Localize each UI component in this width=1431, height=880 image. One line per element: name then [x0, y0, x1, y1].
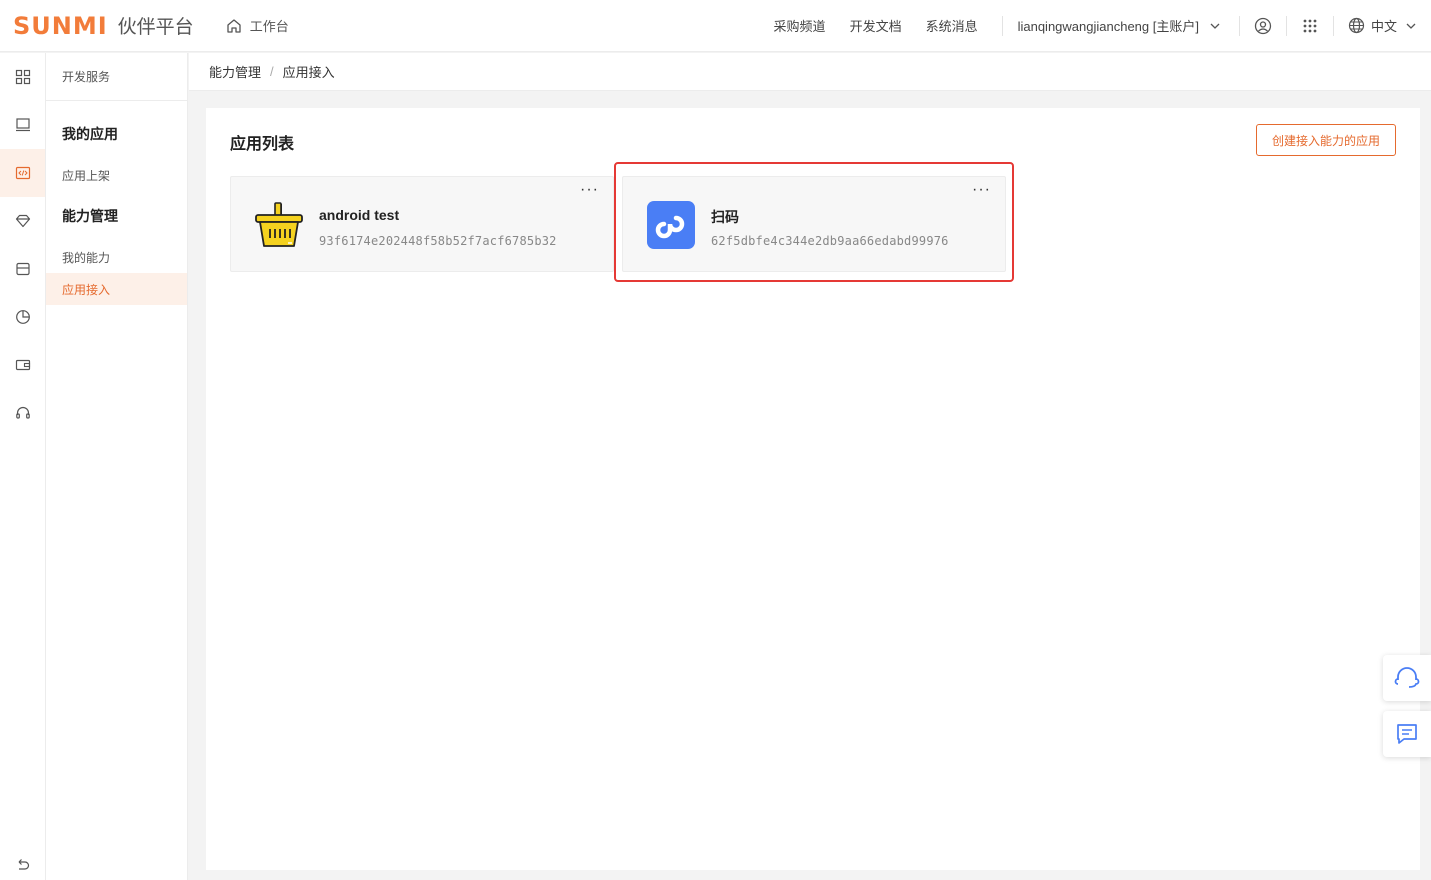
language-label: 中文: [1370, 19, 1397, 34]
feedback-button[interactable]: [1383, 711, 1431, 757]
purchase-channel-link[interactable]: 采购频道: [774, 16, 826, 35]
page-title: 应用列表: [230, 136, 295, 153]
sidebar-item-my-capabilities[interactable]: 我的能力: [46, 241, 187, 273]
diamond-icon: [15, 214, 30, 228]
rail-item-dashboard[interactable]: [0, 53, 45, 101]
system-messages-link[interactable]: 系统消息: [926, 16, 978, 35]
sidebar-item-app-publish[interactable]: 应用上架: [46, 159, 187, 191]
sidebar-group-capability: 能力管理: [62, 208, 118, 224]
create-app-button[interactable]: 创建接入能力的应用: [1256, 124, 1396, 156]
globe-icon: [1348, 17, 1365, 34]
undo-arrow-icon: [18, 859, 29, 870]
account-label: lianqingwangjiancheng [主账户]: [1017, 19, 1199, 34]
collapse-sidebar-button[interactable]: [0, 850, 45, 880]
rail-item-dev-services[interactable]: [0, 149, 45, 197]
grid-dots-icon: [1303, 19, 1317, 32]
rail-item-store[interactable]: [0, 245, 45, 293]
dashboard-grid-icon: [15, 69, 30, 85]
home-icon: [227, 18, 241, 33]
pie-chart-icon: [15, 310, 30, 324]
app-name: android test: [319, 207, 400, 223]
rail-item-support[interactable]: [0, 389, 45, 437]
message-icon: [1397, 724, 1417, 744]
breadcrumb-separator: /: [270, 64, 274, 79]
monitor-icon: [15, 118, 30, 132]
chevron-down-icon: [1210, 23, 1220, 29]
dev-docs-link[interactable]: 开发文档: [850, 16, 902, 35]
top-header: SUNMI 伙伴平台 工作台 采购频道 开发文档 系统消息 lianqingwa…: [0, 0, 1431, 52]
code-icon: [15, 166, 30, 180]
basket-icon: [255, 202, 303, 247]
headset-icon: [15, 406, 30, 419]
sidebar-group-my-apps: 我的应用: [62, 126, 118, 142]
divider: [1001, 15, 1003, 36]
language-selector[interactable]: 中文: [1348, 16, 1417, 35]
rail-item-analytics[interactable]: [0, 293, 45, 341]
rail-item-wallet[interactable]: [0, 341, 45, 389]
brand-logo[interactable]: SUNMI 伙伴平台: [13, 12, 194, 40]
workbench-link[interactable]: 工作台: [226, 16, 289, 35]
wallet-icon: [15, 359, 30, 371]
user-circle-icon: [1254, 17, 1272, 34]
breadcrumb-item[interactable]: 能力管理: [209, 62, 261, 81]
rail-item-devices[interactable]: [0, 101, 45, 149]
app-id: 93f6174e202448f58b52f7acf6785b32: [319, 234, 557, 248]
selection-highlight: [614, 162, 1014, 282]
store-icon: [15, 262, 30, 276]
sidebar-section-title: 开发服务: [46, 53, 187, 101]
apps-grid-button[interactable]: [1287, 0, 1333, 52]
customer-service-button[interactable]: [1383, 655, 1431, 701]
app-card[interactable]: ··· android test 93f6174e202448f58b52f7a…: [230, 176, 614, 272]
breadcrumb-item-current: 应用接入: [282, 65, 335, 80]
sidebar-item-app-access[interactable]: 应用接入: [46, 273, 187, 305]
divider: [1332, 15, 1334, 36]
icon-rail: [0, 53, 46, 880]
chevron-down-icon: [1406, 23, 1416, 29]
rail-item-premium[interactable]: [0, 197, 45, 245]
secondary-sidebar: 开发服务 我的应用 应用上架 能力管理 我的能力 应用接入: [46, 53, 188, 880]
user-profile-button[interactable]: [1240, 0, 1286, 52]
headset-icon: [1394, 667, 1420, 688]
more-options-icon[interactable]: ···: [580, 182, 599, 198]
scrollbar[interactable]: [1421, 91, 1431, 880]
logo-mark: SUNMI: [13, 11, 108, 40]
logo-text: 伙伴平台: [117, 16, 194, 38]
breadcrumb: 能力管理 / 应用接入: [189, 53, 1431, 91]
workbench-label: 工作台: [249, 19, 289, 34]
account-dropdown[interactable]: lianqingwangjiancheng [主账户]: [1018, 16, 1221, 35]
